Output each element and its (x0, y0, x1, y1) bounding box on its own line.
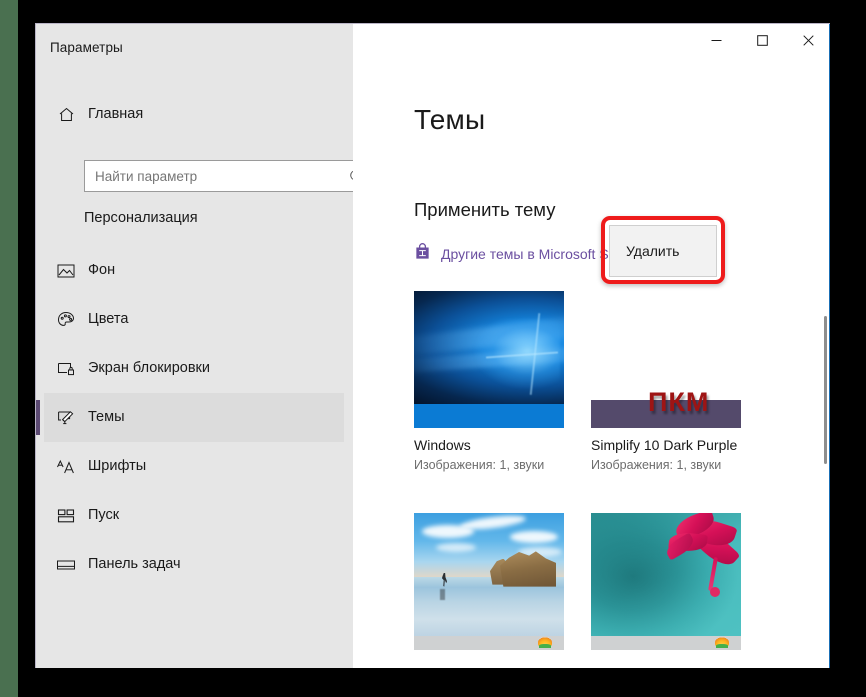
theme-meta: Изображения: 1, звуки (414, 458, 564, 472)
sidebar-item-taskbar[interactable]: Панель задач (44, 540, 344, 589)
settings-sidebar: Параметры Главная (36, 24, 353, 668)
lockscreen-icon (44, 361, 88, 377)
thumbnail-taskbar-strip (414, 404, 564, 428)
maximize-button[interactable] (739, 24, 785, 56)
start-icon (44, 508, 88, 524)
search-box[interactable] (84, 160, 372, 192)
wallpaper-flower-stamen-tip (710, 587, 720, 597)
palette-icon (44, 311, 88, 329)
theme-grid: Windows Изображения: 1, звуки Simplify 1… (414, 291, 814, 658)
store-bag-icon (414, 243, 431, 265)
sidebar-item-start-label: Пуск (88, 506, 119, 524)
window-right-edge (829, 24, 830, 668)
sidebar-item-themes[interactable]: Темы (44, 393, 344, 442)
theme-meta: Изображения: 1, звуки (591, 458, 741, 472)
wallpaper-runner-reflection (440, 589, 445, 600)
theme-row (414, 513, 814, 658)
theme-name: Windows (414, 436, 564, 455)
sidebar-item-start[interactable]: Пуск (44, 491, 344, 540)
microsoft-store-link[interactable]: Другие темы в Microsoft Store (414, 243, 633, 265)
context-menu-item-delete[interactable]: Удалить (610, 226, 716, 276)
screenshot-root: Параметры Главная (0, 0, 866, 697)
sidebar-item-home-label: Главная (88, 105, 143, 123)
theme-card-windows[interactable]: Windows Изображения: 1, звуки (414, 291, 564, 472)
thumbnail-footer-strip (591, 636, 741, 650)
sidebar-item-colors[interactable]: Цвета (44, 295, 344, 344)
thumbnail-footer-strip (414, 636, 564, 650)
sidebar-section-title: Персонализация (84, 210, 198, 226)
window-controls (693, 24, 830, 56)
theme-thumbnail[interactable] (414, 291, 564, 428)
sidebar-item-lockscreen[interactable]: Экран блокировки (44, 344, 344, 393)
sidebar-nav-list: Фон Цвета (44, 246, 344, 589)
wallpaper-cloud (510, 531, 558, 543)
theme-thumbnail[interactable] (414, 513, 564, 650)
sidebar-item-background[interactable]: Фон (44, 246, 344, 295)
taskbar-icon (44, 558, 88, 572)
sidebar-item-fonts[interactable]: Шрифты (44, 442, 344, 491)
settings-main-pane: Темы Применить тему Другие темы в Micros… (353, 24, 830, 668)
minimize-button[interactable] (693, 24, 739, 56)
sidebar-item-fonts-label: Шрифты (88, 457, 146, 475)
desktop-background-strip (0, 0, 18, 697)
theme-card-beach[interactable] (414, 513, 564, 658)
theme-name: Simplify 10 Dark Purple (591, 436, 741, 455)
search-input[interactable] (85, 161, 341, 191)
app-title: Параметры (50, 40, 123, 55)
sidebar-item-themes-label: Темы (88, 408, 125, 426)
brush-icon (44, 409, 88, 427)
home-icon (44, 106, 88, 123)
sidebar-item-lockscreen-label: Экран блокировки (88, 359, 210, 377)
annotation-right-click-label: ПКМ (648, 387, 709, 418)
theme-thumbnail[interactable] (591, 513, 741, 650)
theme-row: Windows Изображения: 1, звуки Simplify 1… (414, 291, 814, 472)
sidebar-item-taskbar-label: Панель задач (88, 555, 181, 573)
theme-card-flower[interactable] (591, 513, 741, 658)
context-menu: Удалить (609, 225, 717, 277)
sidebar-item-home[interactable]: Главная (44, 94, 344, 134)
wallpaper-cloud (436, 543, 476, 552)
thumbnail-photos-icon (715, 637, 729, 648)
sidebar-item-background-label: Фон (88, 261, 115, 279)
theme-card-simplify-dark-purple[interactable]: Simplify 10 Dark Purple Изображения: 1, … (591, 291, 741, 472)
picture-icon (44, 263, 88, 279)
apply-theme-heading: Применить тему (414, 199, 555, 221)
settings-window: Параметры Главная (35, 23, 830, 668)
page-title: Темы (414, 104, 485, 136)
thumbnail-photos-icon (538, 637, 552, 648)
sidebar-item-colors-label: Цвета (88, 310, 128, 328)
font-icon (44, 459, 88, 475)
close-button[interactable] (785, 24, 830, 56)
scrollbar-thumb[interactable] (824, 316, 827, 464)
